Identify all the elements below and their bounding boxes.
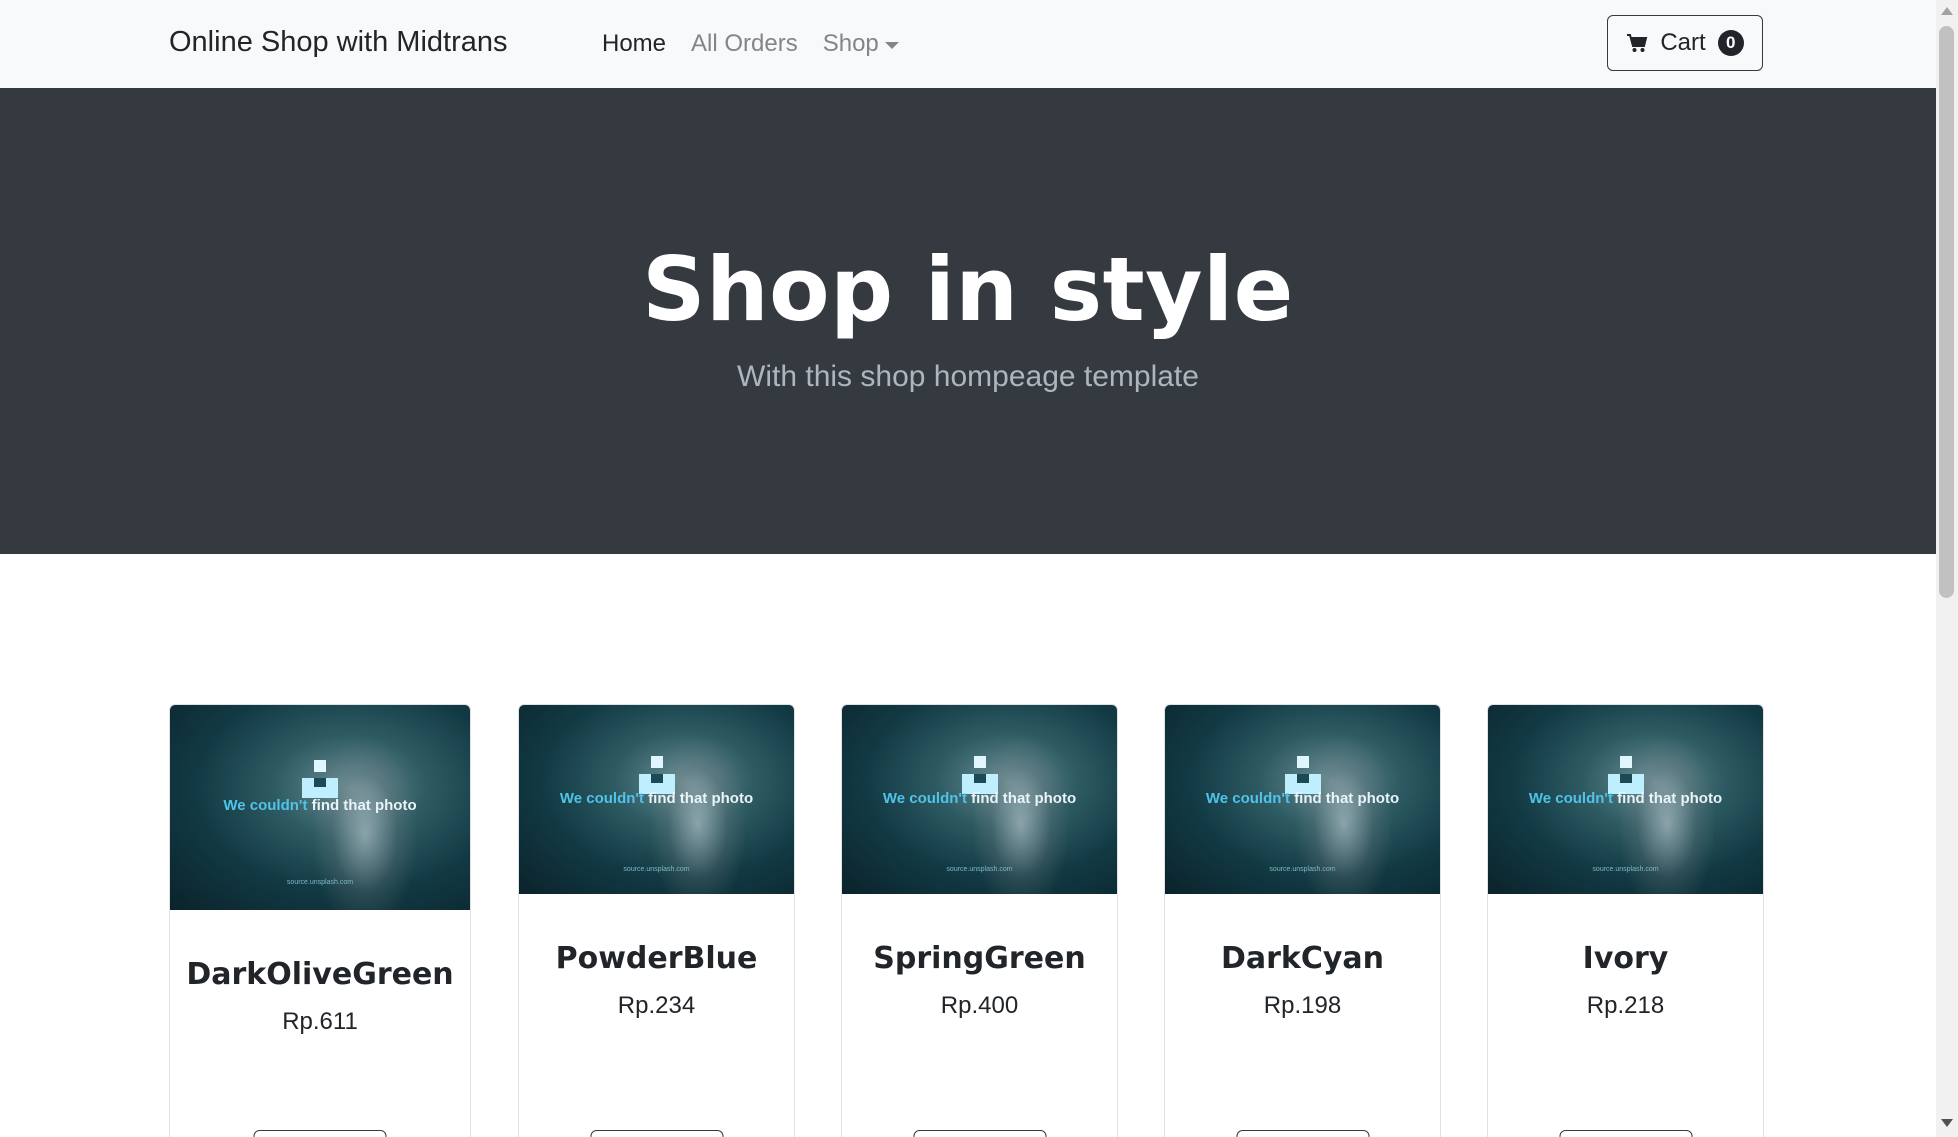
nav-dropdown-shop-label: Shop [822, 30, 879, 57]
image-source-text: source.unsplash.com [286, 879, 354, 886]
product-name: Ivory [1582, 941, 1669, 976]
scroll-thumb[interactable] [1939, 26, 1954, 598]
scroll-down-arrow-icon[interactable] [1941, 1119, 1953, 1127]
product-price: Rp.218 [1586, 992, 1665, 1019]
image-error-message: We couldn't find that photo [559, 790, 754, 807]
product-image: We couldn't find that photo source.unspla… [519, 705, 794, 894]
caret-down-icon [884, 41, 899, 49]
product-image: We couldn't find that photo source.unspla… [170, 705, 470, 910]
image-source-text: source.unsplash.com [623, 866, 690, 873]
nav-link-home[interactable]: Home [602, 30, 666, 58]
product-card: We couldn't find that photo source.unspla… [841, 704, 1118, 1137]
image-source-text: source.unsplash.com [1269, 866, 1336, 873]
product-price: Rp.611 [282, 1008, 358, 1035]
image-error-message: We couldn't find that photo [223, 797, 417, 814]
image-source-text: source.unsplash.com [946, 866, 1013, 873]
product-card: We couldn't find that photo source.unspla… [1164, 704, 1441, 1137]
product-card: We couldn't find that photo source.unspla… [1487, 704, 1764, 1137]
cart-label: Cart [1660, 29, 1706, 56]
hero-subtitle: With this shop hompeage template [737, 360, 1199, 393]
product-action-button[interactable] [1559, 1130, 1692, 1137]
product-card: We couldn't find that photo source.unspla… [169, 704, 471, 1137]
product-action-button[interactable] [913, 1130, 1046, 1137]
product-price: Rp.400 [940, 992, 1019, 1019]
brand-link[interactable]: Online Shop with Midtrans [169, 26, 508, 59]
image-error-message: We couldn't find that photo [1205, 790, 1400, 807]
cart-count-badge: 0 [1717, 30, 1744, 56]
vertical-scrollbar[interactable] [1936, 0, 1958, 1137]
image-source-text: source.unsplash.com [1592, 866, 1659, 873]
product-name: DarkOliveGreen [186, 957, 454, 992]
page: Online Shop with Midtrans Home All Order… [0, 0, 1936, 1137]
product-name: SpringGreen [873, 941, 1086, 976]
navbar: Online Shop with Midtrans Home All Order… [0, 0, 1936, 89]
image-error-message: We couldn't find that photo [1528, 790, 1723, 807]
product-image: We couldn't find that photo source.unspla… [1488, 705, 1763, 894]
product-action-button[interactable] [590, 1130, 723, 1137]
scroll-up-arrow-icon[interactable] [1941, 7, 1953, 15]
unsplash-logo-icon [302, 760, 338, 800]
nav-dropdown-shop[interactable]: Shop [823, 30, 899, 58]
product-price: Rp.234 [617, 992, 696, 1019]
hero-title: Shop in style [642, 238, 1294, 341]
product-price: Rp.198 [1263, 992, 1342, 1019]
cart-button[interactable]: Cart 0 [1607, 15, 1763, 71]
image-error-message: We couldn't find that photo [882, 790, 1077, 807]
product-image: We couldn't find that photo source.unspla… [1165, 705, 1440, 894]
product-name: PowderBlue [555, 941, 758, 976]
product-name: DarkCyan [1220, 941, 1385, 976]
product-grid: We couldn't find that photo source.unspla… [0, 554, 1936, 1137]
product-action-button[interactable] [253, 1130, 387, 1137]
cart-icon [1626, 33, 1648, 53]
nav-link-all-orders[interactable]: All Orders [691, 30, 798, 58]
browser-viewport: Online Shop with Midtrans Home All Order… [0, 0, 1958, 1137]
product-action-button[interactable] [1236, 1130, 1369, 1137]
product-image: We couldn't find that photo source.unspla… [842, 705, 1117, 894]
nav-links: Home All Orders Shop [602, 30, 924, 58]
product-card: We couldn't find that photo source.unspla… [518, 704, 795, 1137]
hero-section: Shop in style With this shop hompeage te… [0, 88, 1936, 554]
